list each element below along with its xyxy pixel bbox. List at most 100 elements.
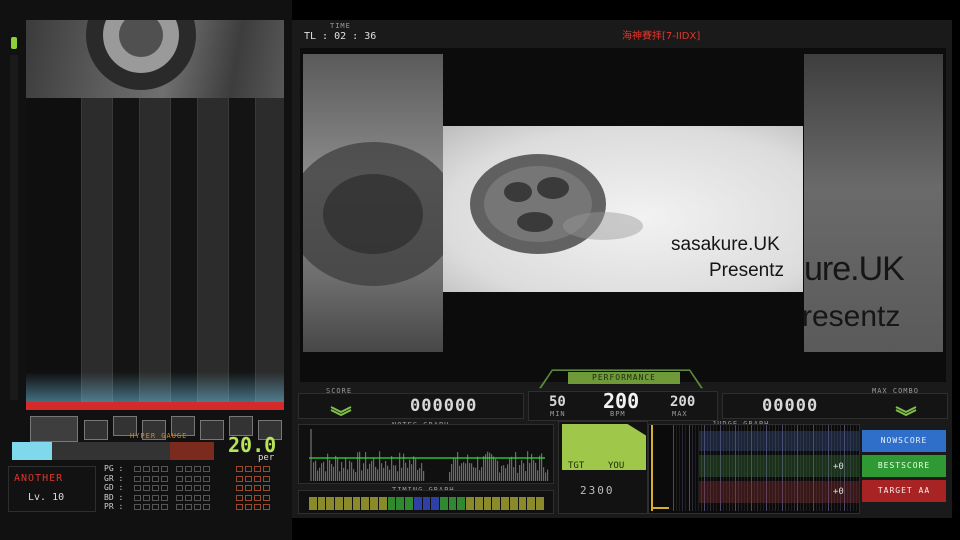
judge-row-label: GR : xyxy=(104,473,124,483)
notes-bar xyxy=(451,463,453,481)
notes-bar xyxy=(339,471,341,481)
judge-digit-box xyxy=(236,504,243,510)
notes-bar xyxy=(543,467,545,481)
judge-digit-box xyxy=(194,494,201,501)
level-stripe xyxy=(673,425,674,511)
key-5[interactable] xyxy=(200,420,224,440)
side-credit-line2: resentz xyxy=(804,300,901,333)
timing-segment xyxy=(422,497,431,510)
notes-bar xyxy=(499,472,501,481)
max-combo-value: 00000 xyxy=(762,396,819,416)
notes-bar xyxy=(529,462,531,481)
notes-bar xyxy=(489,452,491,481)
notes-bar xyxy=(483,456,485,481)
notes-bar xyxy=(461,463,463,481)
judge-digit-box xyxy=(152,485,159,491)
turntable-key[interactable] xyxy=(30,416,78,442)
notes-graph-plot xyxy=(309,429,549,481)
timing-segment xyxy=(457,497,466,510)
target-value: 2300 xyxy=(580,484,615,497)
judge-digit-box xyxy=(185,504,192,510)
notes-bar xyxy=(315,460,317,481)
notes-bar xyxy=(477,456,479,481)
notes-bar xyxy=(335,455,337,481)
level-stripe xyxy=(676,425,678,511)
timing-segment xyxy=(309,497,317,510)
song-title: 海神賽拝[7-IIDX] xyxy=(622,31,701,42)
timing-segment xyxy=(352,497,361,510)
lane-glow xyxy=(26,372,284,402)
judge-digit-box xyxy=(134,494,141,501)
notes-bar xyxy=(313,462,315,481)
notes-bar xyxy=(523,463,525,481)
notes-bar xyxy=(319,467,321,481)
judge-digit-box xyxy=(185,485,192,491)
judge-digit-box xyxy=(161,504,168,510)
notes-bar xyxy=(371,460,373,481)
judge-digit-box xyxy=(134,475,141,482)
notes-bar xyxy=(351,462,353,481)
notes-bar xyxy=(405,462,407,481)
notes-bar xyxy=(475,467,477,481)
notes-bar xyxy=(333,466,335,481)
wheel-icon xyxy=(86,20,196,90)
judge-digit-box xyxy=(176,494,183,501)
status-badge: PERFORMANCE xyxy=(568,372,680,384)
notes-bar xyxy=(479,470,481,481)
judge-digit-box xyxy=(263,466,270,472)
tgt-label: TGT xyxy=(568,461,585,471)
notes-bar xyxy=(367,468,369,481)
judge-digit-box xyxy=(194,504,201,510)
level-stripe xyxy=(679,425,681,511)
judge-digit-box xyxy=(185,466,192,472)
timing-graph xyxy=(298,490,554,514)
judge-digit-box xyxy=(134,466,141,472)
timing-segment xyxy=(431,497,440,510)
notes-bar xyxy=(331,463,333,481)
judge-digit-box xyxy=(245,504,252,510)
judge-digit-box xyxy=(176,504,183,510)
bpm-min-value: 50 xyxy=(549,394,566,410)
timing-segment xyxy=(361,497,370,510)
credit-line2: Presentz xyxy=(709,260,784,281)
judge-digit-box xyxy=(152,504,159,510)
timing-segment xyxy=(527,497,536,510)
notes-bar xyxy=(387,465,389,481)
level-stripe xyxy=(688,425,690,511)
target-button[interactable]: TARGET AA xyxy=(862,480,946,502)
timing-segment xyxy=(335,497,343,510)
level-now-base xyxy=(651,507,669,509)
notes-bar xyxy=(465,463,467,481)
notes-bar xyxy=(401,467,403,481)
notes-bar xyxy=(449,471,451,481)
judge-row: BD : xyxy=(104,493,284,503)
notes-bar xyxy=(345,458,347,481)
notes-bar xyxy=(517,472,519,481)
notes-bar xyxy=(347,469,349,481)
time-label: TIME xyxy=(330,22,351,30)
judge-digit-box xyxy=(245,494,252,501)
key-1[interactable] xyxy=(84,420,108,440)
judge-digit-box xyxy=(185,494,192,501)
notes-bar xyxy=(409,459,411,481)
judge-row-label: PG : xyxy=(104,464,124,473)
notes-bar xyxy=(537,470,539,481)
timing-segment xyxy=(483,497,492,510)
now-score-button[interactable]: NOWSCORE xyxy=(862,430,946,452)
notes-bar xyxy=(417,470,419,481)
judge-digit-box xyxy=(143,494,150,501)
notes-bar xyxy=(515,451,517,481)
timing-segment xyxy=(492,497,501,510)
notes-bar xyxy=(493,456,495,481)
best-diff: +0 xyxy=(833,462,844,472)
left-indicator-light xyxy=(11,37,17,49)
judge-digit-box xyxy=(194,475,201,482)
notes-bar xyxy=(473,467,475,481)
notes-bar xyxy=(357,452,359,481)
best-score-button[interactable]: BESTSCORE xyxy=(862,455,946,477)
notes-bar xyxy=(521,460,523,481)
groove-gauge xyxy=(12,442,214,460)
notes-bar xyxy=(533,460,535,481)
notes-bar xyxy=(415,458,417,481)
judge-row: PG : xyxy=(104,464,284,474)
